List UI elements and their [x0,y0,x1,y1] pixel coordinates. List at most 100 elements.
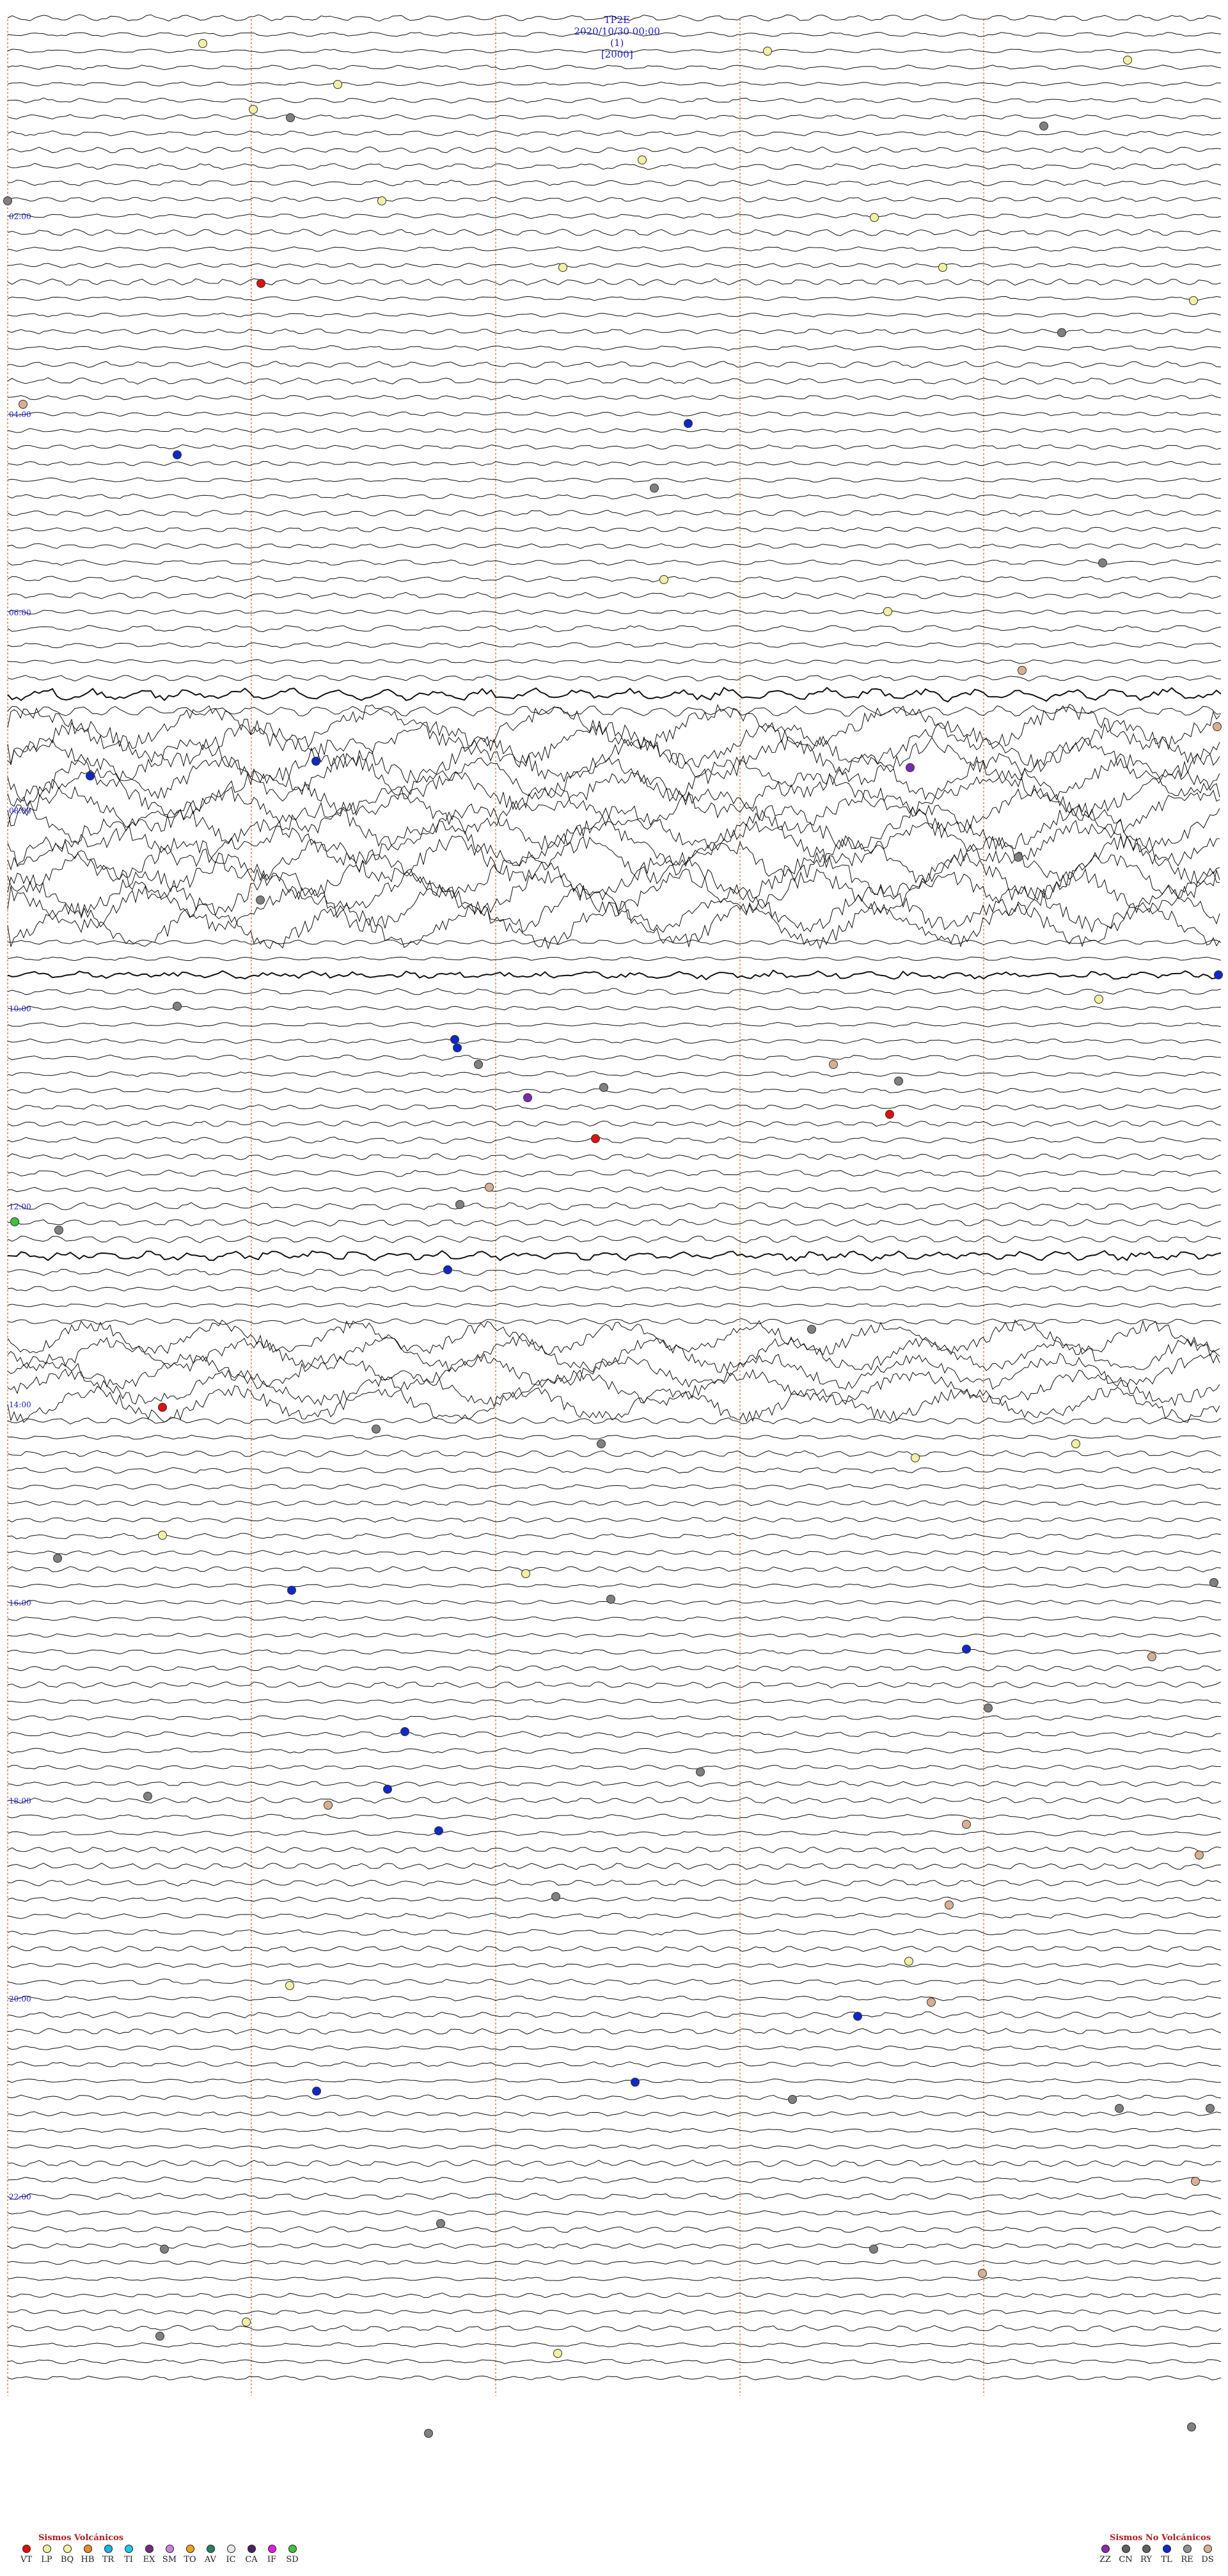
event-marker [631,2078,640,2087]
trace-line [7,1764,1222,1770]
time-label: 20:00 [9,1995,31,2003]
trace-line [7,851,1220,901]
trace-line [7,1550,1222,1556]
event-marker [904,1957,913,1966]
event-marker [1098,558,1107,567]
trace-line [7,1813,1222,1820]
trace-line [7,2325,1222,2332]
trace-line [7,1120,1222,1127]
trace-line [7,1715,1222,1721]
trace-line [7,642,1222,649]
trace-line [7,1648,1222,1655]
trace-line [7,1781,1222,1787]
trace-line [7,1285,1222,1292]
trace-line [7,246,1221,252]
event-marker [696,1767,705,1776]
event-marker [591,1134,600,1143]
legend-label: TI [124,2555,133,2564]
event-marker [962,1645,971,1654]
trace-line [7,1483,1222,1490]
trace-line [7,988,1222,995]
legend-dot [104,2545,113,2553]
trace-line [7,1912,1222,1920]
trace-line [7,1681,1222,1689]
trace-line [7,1268,1222,1277]
event-marker [242,2318,251,2327]
event-marker [249,105,258,114]
event-marker [424,2429,433,2438]
legend-dot [267,2545,276,2553]
trace-line [7,1897,1221,1902]
trace-line [7,1219,1222,1227]
legend-item-bq: BQ [57,2545,77,2564]
event-marker [807,1325,816,1334]
time-labels: 02:00 04:00 06:00 08:00 10:00 12:00 14:00 16:00… [9,212,31,2202]
trace-line [7,2342,1222,2348]
trace-line [7,2210,1222,2216]
trace-line [7,1731,1222,1738]
trace-line [7,461,1222,466]
minute-grid [7,19,984,2396]
legend-dot [206,2545,215,2553]
trace-line [7,65,1222,70]
trace-line [7,1995,1222,2002]
event-marker [285,1981,294,1990]
event-marker [434,1826,443,1835]
legend-item-ex: EX [139,2545,159,2564]
event-marker [1214,970,1223,979]
event-marker [1094,995,1103,1004]
legend-label: IC [226,2555,236,2564]
legend-dot [83,2545,92,2553]
event-marker [333,80,342,89]
trace-line [7,377,1222,385]
trace-line [7,1434,1222,1440]
trace-line [7,1616,1222,1622]
trace-line [7,81,1222,86]
trace-line [7,1450,1222,1458]
event-marker [311,757,320,766]
legend-item-cn: CN [1115,2545,1136,2564]
legend-dot [226,2545,235,2553]
trace-line [7,2309,1222,2315]
trace-line [7,130,1222,137]
event-marker [1209,1578,1218,1587]
legend-label: DS [1201,2555,1214,2564]
trace-line [7,162,1222,170]
legend-dot [22,2545,31,2553]
trace-line [7,493,1222,500]
event-marker [450,1035,459,1044]
trace-line [7,2225,1222,2233]
trace-line [7,2094,1222,2100]
legend-item-if: IF [262,2545,282,2564]
legend-label: BQ [60,2555,74,2564]
event-marker [158,1403,167,1412]
legend-item-lp: LP [36,2545,57,2564]
trace-line [7,1103,1222,1110]
event-marker [599,1083,608,1092]
trace-line [7,675,1222,682]
event-marker [1123,56,1132,65]
event-marker [372,1425,381,1434]
time-label: 02:00 [9,212,31,221]
trace-line [7,1664,1222,1671]
event-marker [1191,2177,1200,2186]
trace-line [7,14,1222,22]
trace-line [7,1945,1222,1952]
event-marker [906,763,915,772]
legend-dot [42,2545,51,2553]
event-marker [521,1569,530,1578]
volcanic-legend: VT LP BQ HB TR TI EX SM TO AV IC CA IF SD [16,2545,303,2564]
trace-line [8,1698,1222,1704]
event-marker [287,1586,296,1595]
legend-item-hb: HB [77,2545,98,2564]
event-marker [455,1200,464,1209]
trace-line [7,2375,1222,2381]
trace-line [7,2011,1222,2019]
event-marker [1018,666,1027,675]
trace-line [7,2078,1221,2083]
event-marker [829,1060,838,1069]
event-marker [10,1217,19,1226]
trace-line [7,1748,1222,1754]
legend-item-zz: ZZ [1095,2545,1115,2564]
legend-label: ZZ [1099,2555,1112,2564]
